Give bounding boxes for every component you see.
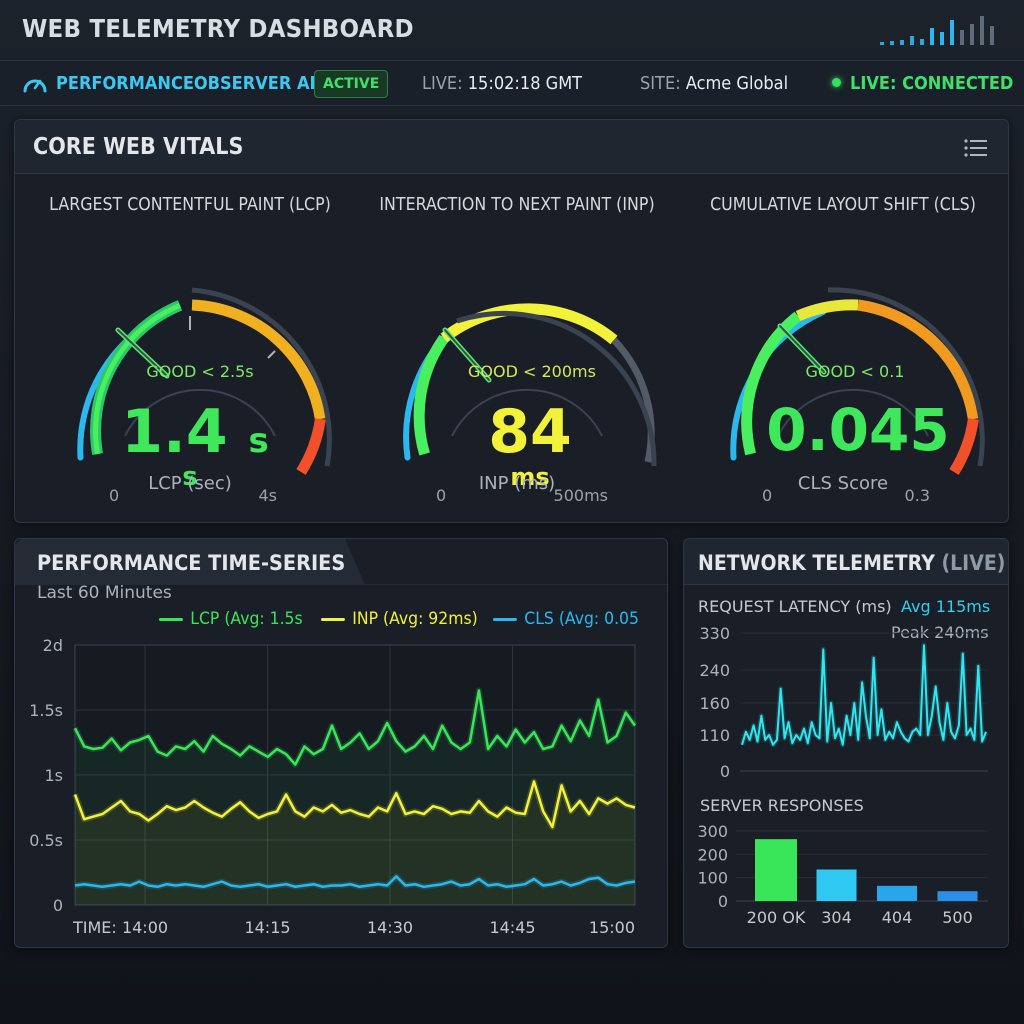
category-label: 200 OK: [747, 908, 806, 927]
x-axis-title: TIME:: [72, 918, 117, 937]
gauge-title: LARGEST CONTENTFUL PAINT (LCP): [49, 194, 331, 215]
response-bar: [755, 839, 797, 901]
gauge-caption: INP (ms): [478, 473, 556, 494]
y-tick-label: 240: [699, 661, 730, 680]
gauge-title: INTERACTION TO NEXT PAINT (INP): [379, 194, 655, 215]
gauge-good-threshold: GOOD < 0.1: [806, 362, 905, 381]
speedometer-icon: [23, 79, 47, 93]
live-clock: LIVE: 15:02:18 GMT: [422, 73, 583, 94]
app-title: WEB TELEMETRY DASHBOARD: [22, 14, 414, 43]
y-tick-label: 330: [699, 624, 730, 643]
y-tick-label: 160: [699, 694, 730, 713]
y-tick-label: 2d: [43, 636, 63, 655]
timeseries-panel: PERFORMANCE TIME-SERIES Last 60 Minutes …: [14, 538, 669, 948]
api-label: PERFORMANCEOBSERVER API: [56, 73, 328, 94]
y-tick-label: 1s: [44, 766, 63, 785]
y-tick-label: 0: [720, 762, 730, 781]
y-tick-label: 0.5s: [29, 831, 63, 850]
gauge-caption: LCP (sec): [148, 473, 232, 494]
category-label: 304: [821, 908, 852, 927]
x-tick-label: 15:00: [589, 918, 635, 937]
category-label: 500: [942, 908, 973, 927]
y-tick-label: 0: [53, 896, 63, 915]
gauge-lcp: LARGEST CONTENTFUL PAINT (LCP) GOOD < 2.…: [25, 174, 355, 519]
panel-title: CORE WEB VITALS: [33, 134, 244, 160]
panel-subtitle: Last 60 Minutes: [37, 583, 172, 603]
connection-dot-icon: [832, 78, 841, 87]
api-status-badge: ACTIVE: [314, 70, 389, 98]
panel-header: NETWORK TELEMETRY (LIVE): [684, 539, 1008, 585]
timeseries-chart: 2d 1.5s 1s 0.5s 0 14:00 14:15 14:30 14:45 15:00 TI…: [29, 636, 638, 937]
legend-item-inp[interactable]: INP (Avg: 92ms): [321, 609, 478, 629]
latency-chart: 330 240 160 110 0: [699, 624, 989, 781]
gauge-good-threshold: GOOD < 200ms: [468, 362, 596, 381]
gauge-inp: INTERACTION TO NEXT PAINT (INP) GOOD < 2…: [352, 174, 682, 519]
status-bar: PERFORMANCEOBSERVER API ACTIVE LIVE: 15:…: [0, 60, 1024, 106]
panel-title: PERFORMANCE TIME-SERIES: [37, 551, 346, 575]
latency-label: REQUEST LATENCY (ms): [698, 597, 892, 616]
gauge-value: 84: [488, 397, 572, 467]
x-tick-label: 14:45: [489, 918, 535, 937]
list-menu-icon[interactable]: [964, 138, 988, 158]
y-tick-label: 0: [718, 892, 728, 911]
y-tick-label: 100: [697, 869, 728, 888]
gauge-value: 0.045: [766, 396, 949, 464]
gauge-cls: CUMULATIVE LAYOUT SHIFT (CLS) GOOD < 0.1…: [678, 174, 1008, 519]
panel-title: NETWORK TELEMETRY (LIVE): [698, 551, 1006, 575]
core-web-vitals-panel: CORE WEB VITALS LARGEST CONTENTFUL PAINT…: [14, 119, 1009, 523]
gauge-value: 1.4 s: [121, 397, 268, 467]
gauge-title: CUMULATIVE LAYOUT SHIFT (CLS): [710, 194, 976, 215]
latency-average: Avg 115ms: [901, 597, 991, 616]
y-tick-label: 300: [697, 822, 728, 841]
response-bar: [816, 869, 857, 901]
x-tick-label: 14:15: [244, 918, 290, 937]
response-bar: [877, 885, 917, 901]
signal-bars-icon: [880, 16, 994, 45]
responses-chart: 300 200 100 0 200 OK 304 404 500: [697, 822, 988, 927]
response-bar: [937, 891, 978, 901]
network-telemetry-panel: NETWORK TELEMETRY (LIVE) REQUEST LATENCY…: [683, 538, 1009, 948]
category-label: 404: [882, 908, 913, 927]
top-bar: WEB TELEMETRY DASHBOARD: [0, 0, 1024, 60]
y-tick-label: 1.5s: [29, 701, 63, 720]
x-tick-label: 14:00: [122, 918, 168, 937]
x-tick-label: 14:30: [367, 918, 413, 937]
gauge-good-threshold: GOOD < 2.5s: [146, 362, 253, 381]
y-tick-label: 110: [699, 726, 730, 745]
gauge-caption: CLS Score: [797, 473, 889, 494]
legend-item-cls[interactable]: CLS (Avg: 0.05: [493, 609, 639, 629]
responses-label: SERVER RESPONSES: [700, 796, 864, 815]
connection-status: LIVE: CONNECTED: [850, 73, 1014, 94]
site-selector[interactable]: SITE: Acme Global: [640, 73, 788, 94]
y-tick-label: 200: [697, 845, 728, 864]
panel-header: CORE WEB VITALS: [15, 120, 1008, 174]
legend-item-lcp[interactable]: LCP (Avg: 1.5s: [159, 609, 303, 629]
